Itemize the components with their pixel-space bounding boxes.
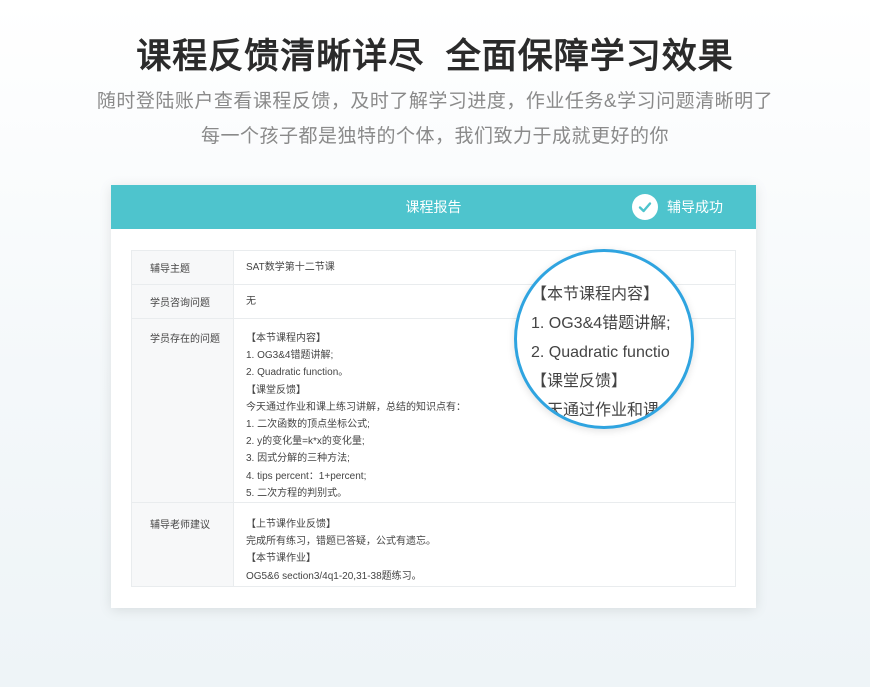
row-value-advice: 【上节课作业反馈】完成所有练习，错题已答疑，公式有遗忘。 【本节课作业】 OG5&6… xyxy=(233,502,736,588)
status-badge: 辅导成功 xyxy=(632,193,723,221)
page-subline-1: 随时登陆账户查看课程反馈，及时了解学习进度，作业任务&学习问题清晰明了 xyxy=(96,91,774,112)
text-line: 5. 二次方程的判别式。 xyxy=(246,487,348,499)
row-label-problems: 学员存在的问题 xyxy=(131,317,234,504)
row-label-questions: 学员咨询问题 xyxy=(131,284,234,319)
text-line: 【课堂反馈】 xyxy=(531,373,628,390)
text-line: 2. Quadratic functio xyxy=(531,344,670,361)
status-label: 辅导成功 xyxy=(667,199,723,215)
text-line: 4. tips percent：1+percent; xyxy=(246,470,367,482)
row-label-topic: 辅导主题 xyxy=(131,250,234,285)
page-headline: 课程反馈清晰详尽 全面保障学习效果 xyxy=(136,37,734,76)
row-label-advice: 辅导老师建议 xyxy=(131,502,234,588)
text-line: 完成所有练习，错题已答疑，公式有遗忘。 xyxy=(246,536,436,548)
check-circle-icon xyxy=(632,194,658,220)
page-subline-2: 每一个孩子都是独特的个体，我们致力于成就更好的你 xyxy=(200,126,669,147)
card-header: 课程报告 辅导成功 xyxy=(111,185,756,229)
text-line: 3. 因式分解的三种方法; xyxy=(246,453,350,465)
text-line: OG5&6 section3/4q1-20,31-38题练习。 xyxy=(246,570,422,582)
text-line: 【本节课程内容】 xyxy=(531,286,660,303)
text-line: 【本节课作业】 xyxy=(246,553,316,565)
text-line: 1. OG3&4错题讲解; xyxy=(531,315,671,332)
magnifier-zoom-lens: 【本节课程内容】 1. OG3&4错题讲解; 2. Quadratic functi… xyxy=(514,249,694,429)
table-row: 辅导老师建议 【上节课作业反馈】完成所有练习，错题已答疑，公式有遗忘。 【本节课作… xyxy=(131,502,736,588)
text-line: 【上节课作业反馈】 xyxy=(246,519,336,531)
text-line: 2. y的变化量=k*x的变化量; xyxy=(246,436,365,448)
text-line: 今天通过作业和课 xyxy=(531,402,660,419)
